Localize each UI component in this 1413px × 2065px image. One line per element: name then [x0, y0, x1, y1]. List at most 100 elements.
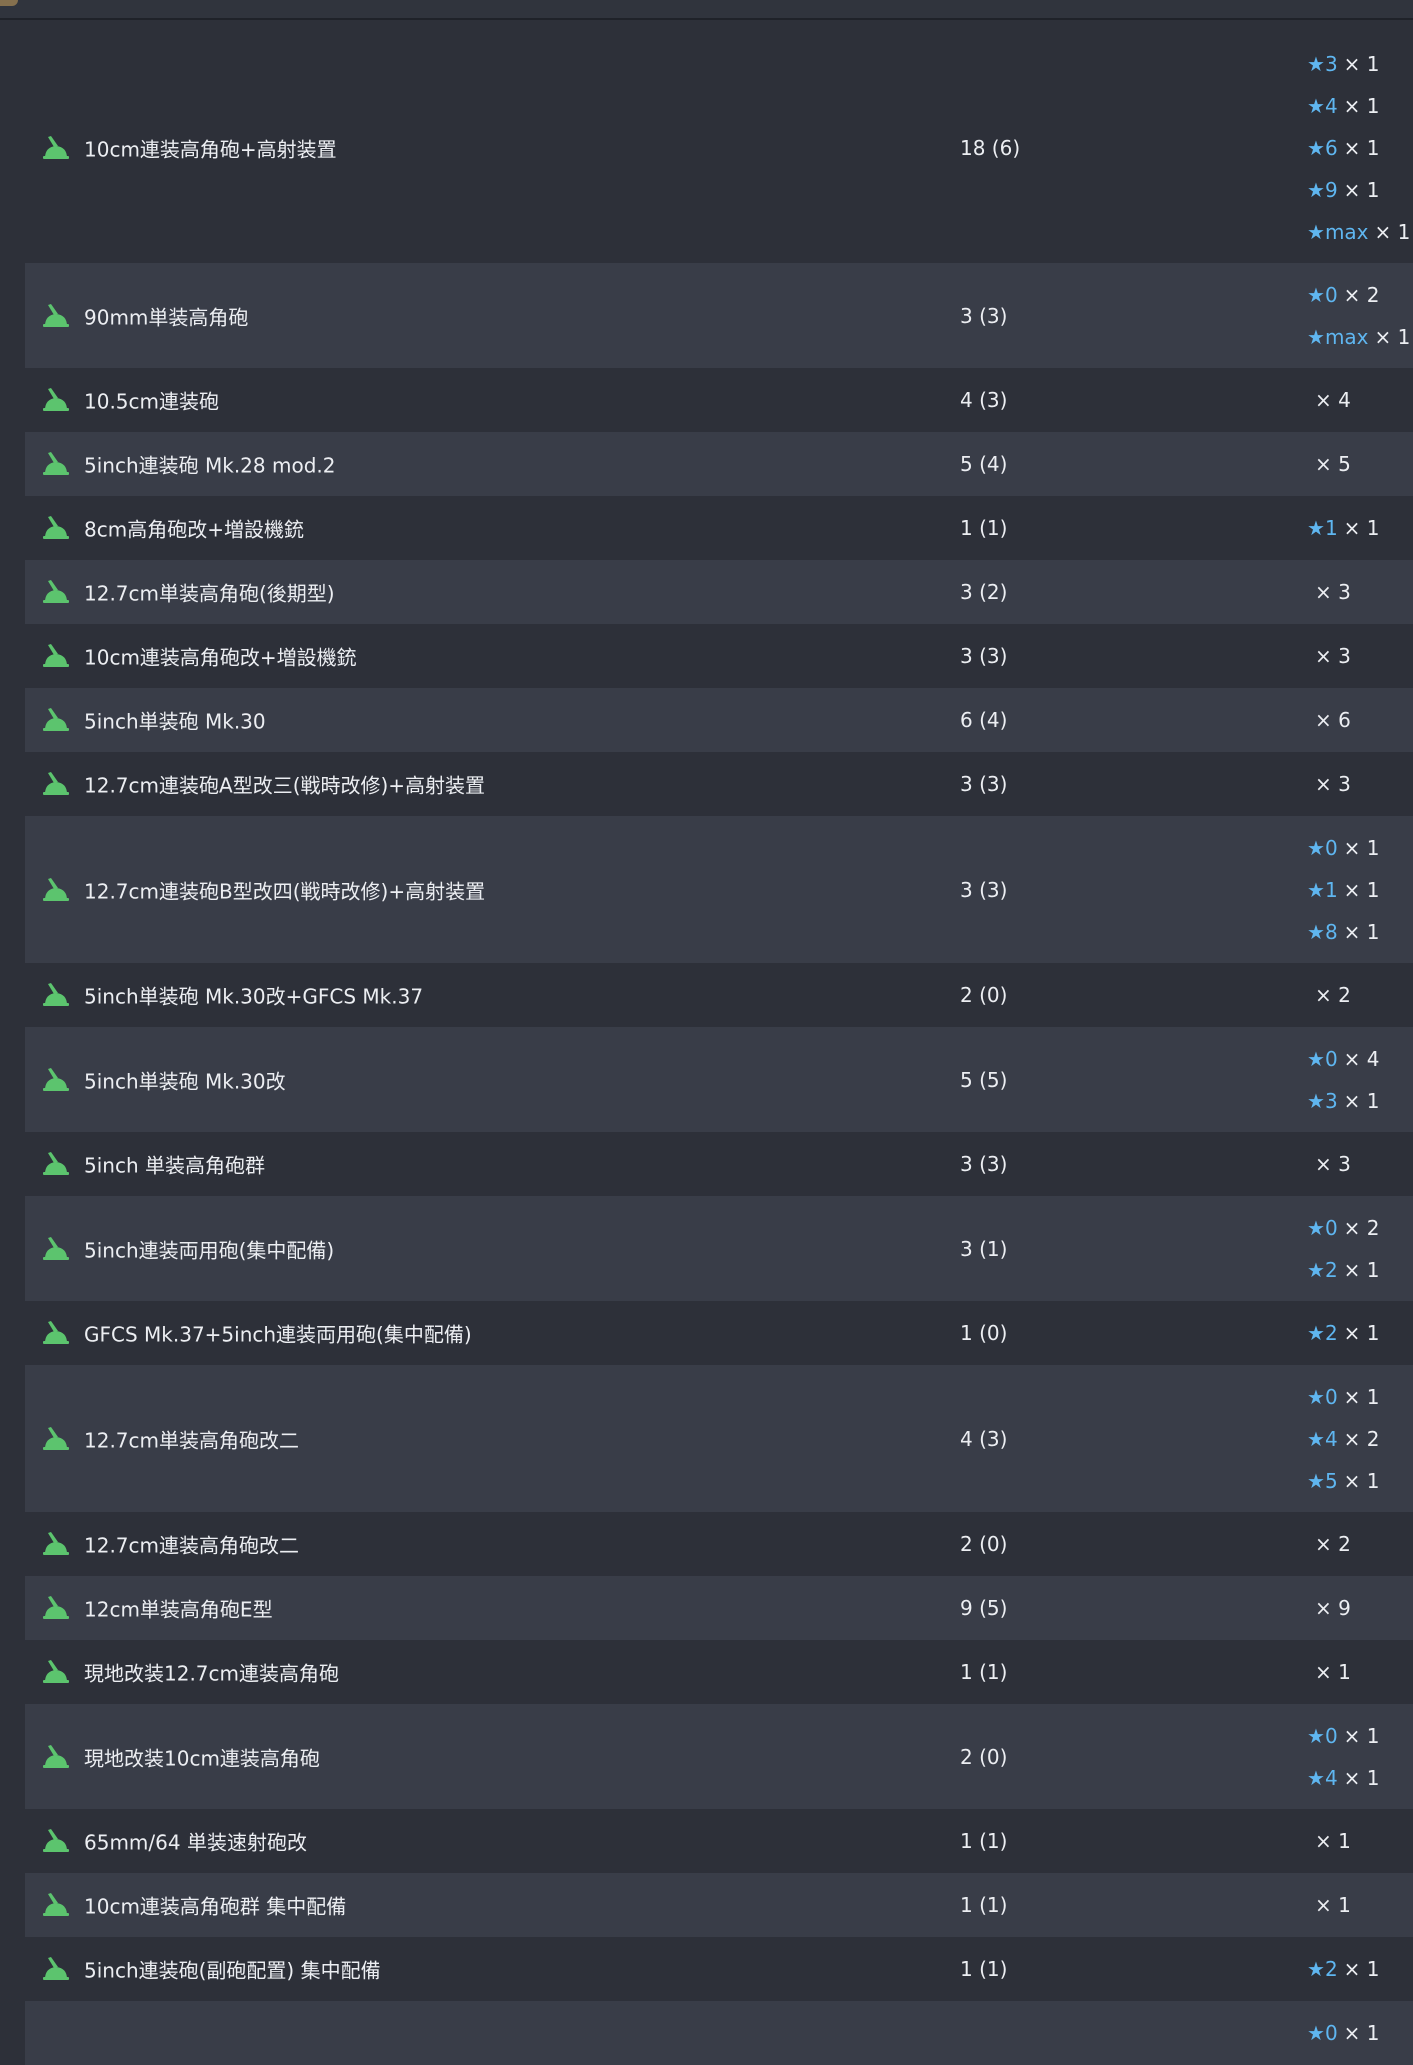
improvement-value: 2 — [1324, 1257, 1338, 1282]
equipment-row[interactable]: 12.7cm単装高角砲改二 4 (3) ★0 × 1 ★4 × 2 ★5 × 1 — [25, 1365, 1413, 1512]
equipment-aa-gun-icon — [41, 516, 71, 540]
quantity: × 1 — [1343, 93, 1380, 118]
equipment-row[interactable]: 12.7cm連装砲A型改三(戦時改修)+高射装置 3 (3) × 3 — [25, 752, 1413, 816]
quantity: × 1 — [1343, 51, 1380, 76]
equipment-aa-gun-icon — [41, 644, 71, 668]
improvement-level: ★4 × 1 — [1307, 1766, 1380, 1790]
window-top-bar — [0, 0, 1413, 20]
equipment-row[interactable]: 8cm高角砲改+増設機銃 1 (1) ★1 × 1 — [25, 496, 1413, 560]
equipment-count: 6 (4) — [960, 708, 1008, 732]
equipment-row[interactable]: 5inch単装砲 Mk.30改+GFCS Mk.37 2 (0) × 2 — [25, 963, 1413, 1027]
equipment-row[interactable]: 5inch単装砲 Mk.30改 5 (5) ★0 × 4 ★3 × 1 — [25, 1027, 1413, 1132]
quantity: × 1 — [1343, 1384, 1380, 1409]
quantity: × 5 — [1315, 452, 1351, 476]
equipment-count: 4 (3) — [960, 1426, 1008, 1451]
equipment-aa-gun-icon — [41, 388, 71, 412]
equipment-row[interactable]: 現地改装10cm連装高角砲 2 (0) ★0 × 1 ★4 × 1 — [25, 1704, 1413, 1809]
quantity: × 2 — [1343, 282, 1380, 307]
improvement-value: 2 — [1324, 1321, 1338, 1345]
equipment-name: 5inch連装両用砲(集中配備) — [84, 1238, 335, 1262]
improvement-level: ★1 × 1 — [1307, 516, 1380, 540]
equipment-name: 12.7cm連装砲B型改四(戦時改修)+高射装置 — [84, 879, 486, 903]
improvement-value: 3 — [1324, 51, 1338, 76]
quantity: × 1 — [1343, 2021, 1380, 2045]
equipment-row[interactable]: GFCS Mk.37+5inch連装両用砲(集中配備) 1 (0) ★2 × 1 — [25, 1301, 1413, 1365]
improvement-level: ★0 × 2 — [1307, 1216, 1380, 1240]
equipment-row[interactable]: 5inch単装砲 Mk.30 6 (4) × 6 — [25, 688, 1413, 752]
equipment-name: 5inch連装砲 Mk.28 mod.2 — [84, 453, 336, 478]
improvement-level: ★0 × 1 — [1307, 2021, 1380, 2045]
equipment-name: 12cm単装高角砲E型 — [84, 1597, 273, 1622]
quantity: × 1 — [1343, 177, 1380, 202]
improvement-level: ★0 × 1 — [1307, 836, 1380, 860]
equipment-row[interactable]: 5inch連装砲 Mk.28 mod.2 5 (4) × 5 — [25, 432, 1413, 496]
improvement-value: 1 — [1324, 516, 1338, 540]
equipment-aa-gun-icon — [41, 452, 71, 476]
star-icon: ★ — [1307, 93, 1325, 118]
equipment-count: 18 (6) — [960, 135, 1021, 160]
star-icon: ★ — [1307, 1321, 1325, 1345]
equipment-aa-gun-icon — [41, 1596, 71, 1620]
equipment-row[interactable]: 12cm単装高角砲E型 9 (5) × 9 — [25, 1576, 1413, 1640]
improvement-level: × 3 — [1315, 644, 1351, 668]
equipment-row[interactable]: 65mm/64 単装速射砲改 1 (1) × 1 — [25, 1809, 1413, 1873]
equipment-count: 9 (5) — [960, 1596, 1008, 1620]
quantity: × 4 — [1315, 388, 1351, 412]
equipment-count: 1 (1) — [960, 1660, 1008, 1684]
equipment-name: 10cm連装高角砲改+増設機銃 — [84, 645, 357, 670]
equipment-name: 現地改装10cm連装高角砲 — [84, 1746, 320, 1770]
improvement-level: ★8 × 1 — [1307, 920, 1380, 944]
quantity: × 1 — [1343, 919, 1380, 944]
quantity: × 1 — [1343, 1957, 1380, 1981]
equipment-row[interactable]: 10.5cm連装砲 4 (3) × 4 — [25, 368, 1413, 432]
star-icon: ★ — [1307, 1215, 1325, 1240]
star-icon: ★ — [1307, 1257, 1325, 1282]
star-icon: ★ — [1307, 2021, 1325, 2045]
equipment-row[interactable]: 10cm連装高角砲群 集中配備 1 (1) × 1 — [25, 1873, 1413, 1937]
equipment-row[interactable]: 90mm単装高角砲 3 (3) ★0 × 2 ★max × 1 — [25, 263, 1413, 368]
quantity: × 2 — [1315, 983, 1351, 1007]
equipment-count: 3 (1) — [960, 1236, 1008, 1261]
equipment-row[interactable]: 現地改装12.7cm連装高角砲 1 (1) × 1 — [25, 1640, 1413, 1704]
quantity: × 1 — [1343, 1765, 1380, 1790]
quantity: × 3 — [1315, 1152, 1351, 1176]
equipment-name: 90mm単装高角砲 — [84, 305, 249, 329]
equipment-aa-gun-icon — [41, 1893, 71, 1917]
improvement-value: 3 — [1324, 1088, 1338, 1113]
quantity: × 1 — [1343, 1468, 1380, 1493]
improvement-value: max — [1324, 324, 1369, 349]
improvement-value: 4 — [1324, 1765, 1338, 1790]
equipment-row[interactable]: ★0 × 1 — [25, 2001, 1413, 2065]
star-icon: ★ — [1307, 835, 1325, 860]
equipment-name: 10.5cm連装砲 — [84, 389, 220, 414]
equipment-row[interactable]: 10cm連装高角砲+高射装置 18 (6) ★3 × 1 ★4 × 1 ★6 × 1 ★9 × 1… — [25, 32, 1413, 263]
equipment-row[interactable]: 5inch 単装高角砲群 3 (3) × 3 — [25, 1132, 1413, 1196]
equipment-count: 1 (1) — [960, 1829, 1008, 1853]
equipment-table: 10cm連装高角砲+高射装置 18 (6) ★3 × 1 ★4 × 1 ★6 × 1 ★9 × 1… — [25, 32, 1413, 2065]
equipment-row[interactable]: 5inch連装砲(副砲配置) 集中配備 1 (1) ★2 × 1 — [25, 1937, 1413, 2001]
quantity: × 1 — [1343, 1257, 1380, 1282]
star-icon: ★ — [1307, 1046, 1325, 1071]
equipment-aa-gun-icon — [41, 1236, 71, 1261]
star-icon: ★ — [1307, 177, 1325, 202]
improvement-value: 0 — [1324, 1723, 1338, 1748]
equipment-aa-gun-icon — [41, 1744, 71, 1769]
equipment-aa-gun-icon — [41, 1829, 71, 1853]
equipment-row[interactable]: 5inch連装両用砲(集中配備) 3 (1) ★0 × 2 ★2 × 1 — [25, 1196, 1413, 1301]
equipment-count: 3 (2) — [960, 580, 1008, 604]
equipment-row[interactable]: 12.7cm連装高角砲改二 2 (0) × 2 — [25, 1512, 1413, 1576]
quantity: × 2 — [1315, 1532, 1351, 1556]
quantity: × 1 — [1343, 135, 1380, 160]
improvement-level: × 2 — [1315, 983, 1351, 1007]
improvement-level: ★0 × 1 — [1307, 1724, 1380, 1748]
improvement-value: 0 — [1324, 282, 1338, 307]
improvement-level: × 1 — [1315, 1829, 1351, 1853]
equipment-row[interactable]: 10cm連装高角砲改+増設機銃 3 (3) × 3 — [25, 624, 1413, 688]
quantity: × 1 — [1374, 324, 1411, 349]
star-icon: ★ — [1307, 516, 1325, 540]
equipment-row[interactable]: 12.7cm単装高角砲(後期型) 3 (2) × 3 — [25, 560, 1413, 624]
star-icon: ★ — [1307, 1957, 1325, 1981]
equipment-row[interactable]: 12.7cm連装砲B型改四(戦時改修)+高射装置 3 (3) ★0 × 1 ★1 × 1 ★… — [25, 816, 1413, 963]
improvement-level: ★0 × 2 — [1307, 283, 1380, 307]
improvement-value: 9 — [1324, 177, 1338, 202]
